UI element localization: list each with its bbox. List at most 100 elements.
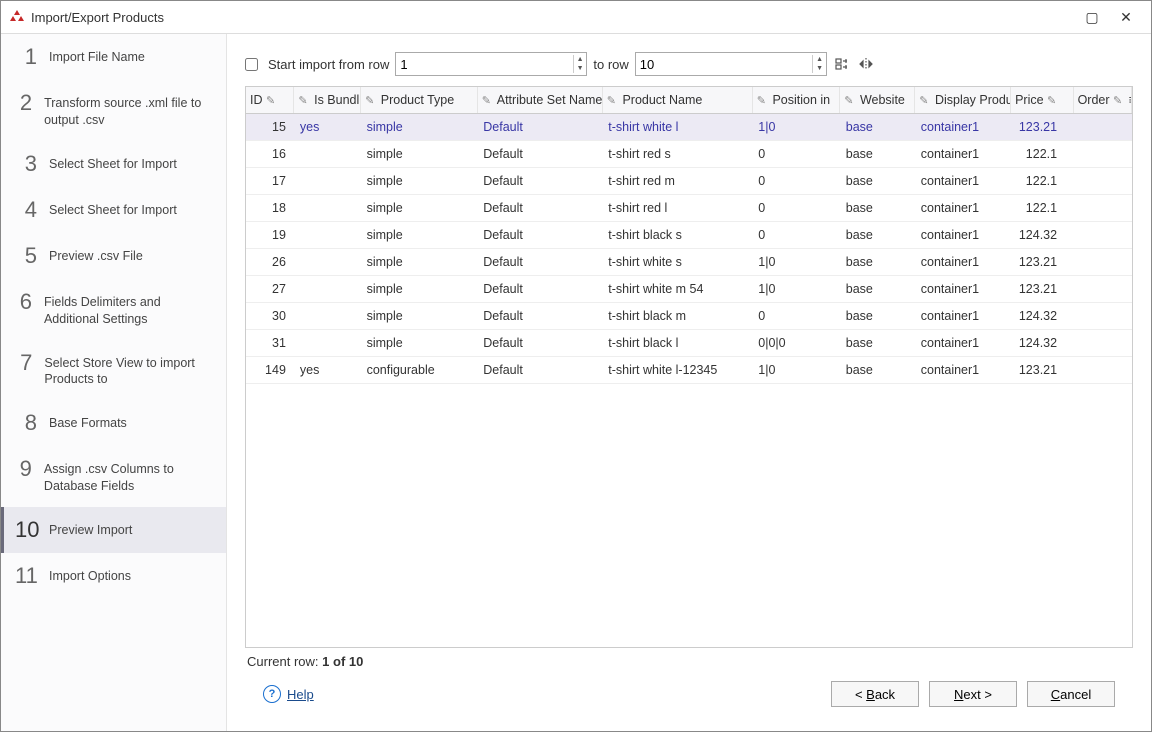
cell-position: 1|0: [752, 357, 840, 384]
table-row[interactable]: 26simpleDefaultt-shirt white s1|0basecon…: [246, 249, 1132, 276]
wizard-step-9[interactable]: 9 Assign .csv Columns to Database Fields: [1, 446, 226, 507]
wizard-step-7[interactable]: 7 Select Store View to import Products t…: [1, 340, 226, 401]
column-header-product_name[interactable]: ✎ Product Name: [602, 87, 752, 114]
table-row[interactable]: 30simpleDefaultt-shirt black m0baseconta…: [246, 303, 1132, 330]
cell-id: 16: [246, 141, 294, 168]
column-header-product_type[interactable]: ✎ Product Type: [361, 87, 478, 114]
wizard-step-8[interactable]: 8 Base Formats: [1, 400, 226, 446]
cell-website: base: [840, 276, 915, 303]
cell-position: 0: [752, 195, 840, 222]
step-label: Fields Delimiters and Additional Setting…: [44, 291, 216, 328]
start-row-spinner[interactable]: ▲▼: [395, 52, 587, 76]
column-header-display[interactable]: ✎ Display Produ: [915, 87, 1011, 114]
split-icon[interactable]: [857, 55, 875, 73]
step-number: 2: [15, 92, 32, 114]
table-row[interactable]: 19simpleDefaultt-shirt black s0baseconta…: [246, 222, 1132, 249]
cell-is-bundle: [294, 330, 361, 357]
cell-position: 0: [752, 303, 840, 330]
cell-display: container1: [915, 168, 1011, 195]
cell-product-type: simple: [361, 141, 478, 168]
maximize-button[interactable]: ▢: [1075, 9, 1109, 26]
wizard-step-11[interactable]: 11 Import Options: [1, 553, 226, 599]
table-row[interactable]: 27simpleDefaultt-shirt white m 541|0base…: [246, 276, 1132, 303]
wizard-step-3[interactable]: 3 Select Sheet for Import: [1, 141, 226, 187]
spin-up-icon[interactable]: ▲: [813, 55, 825, 64]
current-row-label: Current row:: [247, 654, 319, 669]
help-icon: ?: [263, 685, 281, 703]
table-row[interactable]: 16simpleDefaultt-shirt red s0basecontain…: [246, 141, 1132, 168]
step-label: Select Store View to import Products to: [44, 352, 216, 389]
start-import-checkbox[interactable]: [245, 58, 258, 71]
spin-up-icon[interactable]: ▲: [574, 55, 586, 64]
table-row[interactable]: 15yessimpleDefaultt-shirt white l1|0base…: [246, 114, 1132, 141]
cell-display: container1: [915, 114, 1011, 141]
table-header-row: ID ✎✎ Is Bundl✎ Product Type✎ Attribute …: [246, 87, 1132, 114]
column-header-position[interactable]: ✎ Position in: [752, 87, 840, 114]
cell-website: base: [840, 222, 915, 249]
preview-table[interactable]: ID ✎✎ Is Bundl✎ Product Type✎ Attribute …: [245, 86, 1133, 648]
cell-id: 18: [246, 195, 294, 222]
column-header-order[interactable]: Order ✎ ≡: [1073, 87, 1131, 114]
cell-product-type: simple: [361, 114, 478, 141]
wizard-step-4[interactable]: 4 Select Sheet for Import: [1, 187, 226, 233]
table-row[interactable]: 149yesconfigurableDefaultt-shirt white l…: [246, 357, 1132, 384]
pencil-icon: ✎: [844, 94, 853, 107]
column-header-attr_set[interactable]: ✎ Attribute Set Name: [477, 87, 602, 114]
cell-price: 124.32: [1011, 222, 1074, 249]
next-button[interactable]: Next >: [929, 681, 1017, 707]
wizard-sidebar: 1 Import File Name2 Transform source .xm…: [1, 34, 227, 731]
wizard-step-1[interactable]: 1 Import File Name: [1, 34, 226, 80]
column-header-website[interactable]: ✎ Website: [840, 87, 915, 114]
pencil-icon: ✎: [266, 94, 275, 107]
wizard-step-6[interactable]: 6 Fields Delimiters and Additional Setti…: [1, 279, 226, 340]
cell-price: 122.1: [1011, 141, 1074, 168]
sort-icon: ≡: [1129, 93, 1132, 107]
column-header-id[interactable]: ID ✎: [246, 87, 294, 114]
cell-is-bundle: [294, 168, 361, 195]
table-row[interactable]: 17simpleDefaultt-shirt red m0basecontain…: [246, 168, 1132, 195]
spin-down-icon[interactable]: ▼: [574, 64, 586, 73]
pencil-icon: ✎: [482, 94, 491, 107]
pencil-icon: ✎: [757, 94, 766, 107]
cell-attr-set: Default: [477, 357, 602, 384]
cell-product-name: t-shirt red l: [602, 195, 752, 222]
cell-price: 124.32: [1011, 330, 1074, 357]
cell-display: container1: [915, 249, 1011, 276]
help-link[interactable]: ? Help: [263, 685, 314, 703]
table-row[interactable]: 18simpleDefaultt-shirt red l0basecontain…: [246, 195, 1132, 222]
cell-position: 0: [752, 168, 840, 195]
start-row-input[interactable]: [396, 53, 573, 75]
cell-order: [1073, 303, 1131, 330]
spin-down-icon[interactable]: ▼: [813, 64, 825, 73]
cell-order: [1073, 276, 1131, 303]
cell-price: 122.1: [1011, 168, 1074, 195]
cell-attr-set: Default: [477, 330, 602, 357]
cell-product-type: simple: [361, 276, 478, 303]
cell-order: [1073, 114, 1131, 141]
select-rows-icon[interactable]: [833, 55, 851, 73]
close-button[interactable]: ✕: [1109, 9, 1143, 26]
wizard-step-5[interactable]: 5 Preview .csv File: [1, 233, 226, 279]
cell-id: 30: [246, 303, 294, 330]
content-area: 1 Import File Name2 Transform source .xm…: [1, 34, 1151, 731]
to-row-input[interactable]: [636, 53, 813, 75]
cell-product-type: simple: [361, 222, 478, 249]
cell-is-bundle: [294, 276, 361, 303]
cell-price: 122.1: [1011, 195, 1074, 222]
cancel-button[interactable]: Cancel: [1027, 681, 1115, 707]
cell-id: 19: [246, 222, 294, 249]
back-button[interactable]: < Back: [831, 681, 919, 707]
to-row-spinner[interactable]: ▲▼: [635, 52, 827, 76]
step-number: 11: [15, 565, 37, 587]
cell-id: 149: [246, 357, 294, 384]
cell-price: 124.32: [1011, 303, 1074, 330]
table-row[interactable]: 31simpleDefaultt-shirt black l0|0|0basec…: [246, 330, 1132, 357]
step-label: Preview .csv File: [49, 245, 143, 265]
cell-attr-set: Default: [477, 114, 602, 141]
cell-position: 1|0: [752, 249, 840, 276]
cell-product-name: t-shirt black s: [602, 222, 752, 249]
column-header-is_bundle[interactable]: ✎ Is Bundl: [294, 87, 361, 114]
column-header-price[interactable]: Price ✎: [1011, 87, 1074, 114]
wizard-step-2[interactable]: 2 Transform source .xml file to output .…: [1, 80, 226, 141]
wizard-step-10[interactable]: 10 Preview Import: [1, 507, 226, 553]
